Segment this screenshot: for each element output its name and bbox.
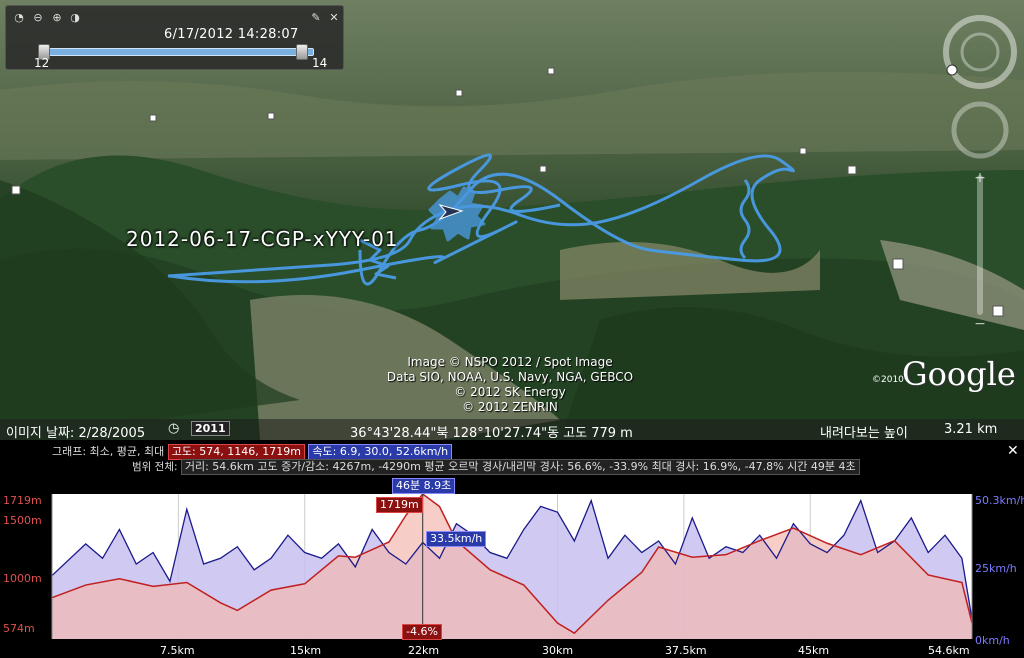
altitude-flag: 1719m bbox=[376, 497, 423, 513]
time-slider-track[interactable] bbox=[46, 48, 314, 56]
status-bar: 이미지 날짜: 2/28/2005 ◷ 2011 36°43'28.44"북 1… bbox=[0, 419, 1024, 440]
map-view[interactable]: ◔ ⊖ ⊕ ◑ ✎ ✕ 6/17/2012 14:28:07 12 14 + −… bbox=[0, 0, 1024, 440]
cursor-coordinates: 36°43'28.44"북 128°10'27.74"동 고도 779 m bbox=[350, 426, 633, 440]
x-axis-tick: 45km bbox=[798, 644, 830, 657]
svg-text:−: − bbox=[974, 316, 986, 332]
year-badge[interactable]: 2011 bbox=[191, 421, 230, 436]
clock-icon[interactable]: ◔ bbox=[12, 11, 26, 25]
time-slider-panel: ◔ ⊖ ⊕ ◑ ✎ ✕ 6/17/2012 14:28:07 12 14 bbox=[5, 5, 344, 70]
eye-altitude-value: 3.21 km bbox=[944, 422, 998, 437]
speed-flag: 33.5km/h bbox=[426, 531, 487, 547]
x-axis-tick: 37.5km bbox=[665, 644, 707, 657]
credit-line-1: Image © NSPO 2012 / Spot Image bbox=[407, 355, 613, 369]
close-icon[interactable]: ✕ bbox=[327, 11, 341, 25]
time-settings-icon[interactable]: ◑ bbox=[68, 11, 82, 25]
left-axis-tick: 1719m bbox=[3, 494, 42, 507]
altitude-stats-button[interactable]: 고도: 574, 1146, 1719m bbox=[167, 444, 305, 460]
range-stats: 거리: 54.6km 고도 증가/감소: 4267m, -4290m 평균 오르… bbox=[180, 459, 860, 475]
historical-imagery-icon[interactable]: ◷ bbox=[168, 421, 179, 436]
zoom-in-icon[interactable]: ⊕ bbox=[50, 11, 64, 25]
x-axis-tick: 30km bbox=[542, 644, 574, 657]
svg-text:+: + bbox=[974, 170, 986, 186]
track-label[interactable]: 2012-06-17-CGP-xYYY-01 bbox=[126, 227, 399, 251]
close-graph-icon[interactable]: ✕ bbox=[1007, 443, 1019, 459]
time-start-label: 12 bbox=[34, 56, 50, 70]
slope-flag: -4.6% bbox=[402, 624, 442, 640]
x-axis-tick: 15km bbox=[290, 644, 322, 657]
left-axis-tick: 1000m bbox=[3, 572, 42, 585]
graph-row-label: 그래프: 최소, 평균, 최대 bbox=[52, 445, 165, 458]
left-axis-tick: 574m bbox=[3, 622, 35, 635]
left-axis-tick: 1500m bbox=[3, 514, 42, 527]
credit-line-2: Data SIO, NOAA, U.S. Navy, NGA, GEBCO bbox=[386, 370, 634, 384]
zoom-out-icon[interactable]: ⊖ bbox=[31, 11, 45, 25]
navigation-controls[interactable]: + − bbox=[940, 10, 1020, 340]
google-copyright-year: ©2010 bbox=[872, 375, 904, 385]
x-axis-tick: 54.6km bbox=[928, 644, 970, 657]
time-flag: 46분 8.9초 bbox=[392, 478, 456, 494]
credit-line-3: © 2012 SK Energy bbox=[454, 385, 566, 399]
eye-altitude-label: 내려다보는 높이 bbox=[820, 426, 908, 440]
speed-stats-button[interactable]: 속도: 6.9, 30.0, 52.6km/h bbox=[308, 444, 453, 460]
right-axis-tick: 50.3km/h bbox=[975, 494, 1024, 507]
range-row-label: 범위 전체: bbox=[132, 461, 178, 473]
time-slider-end-handle[interactable] bbox=[296, 44, 308, 60]
imagery-date: 이미지 날짜: 2/28/2005 bbox=[6, 426, 146, 440]
wrench-icon[interactable]: ✎ bbox=[309, 11, 323, 25]
right-axis-tick: 25km/h bbox=[975, 562, 1017, 575]
x-axis-tick: 7.5km bbox=[160, 644, 195, 657]
right-axis-tick: 0km/h bbox=[975, 634, 1010, 647]
time-end-label: 14 bbox=[312, 56, 328, 70]
google-logo: Google bbox=[902, 355, 1016, 393]
x-axis-tick: 22km bbox=[408, 644, 440, 657]
current-datetime: 6/17/2012 14:28:07 bbox=[164, 27, 299, 42]
profile-chart[interactable] bbox=[0, 476, 1024, 658]
range-stats-row: 범위 전체: 거리: 54.6km 고도 증가/감소: 4267m, -4290… bbox=[132, 459, 860, 475]
credit-line-4: © 2012 ZENRIN bbox=[462, 400, 558, 414]
graph-stats-row: 그래프: 최소, 평균, 최대 고도: 574, 1146, 1719m 속도:… bbox=[52, 443, 453, 460]
